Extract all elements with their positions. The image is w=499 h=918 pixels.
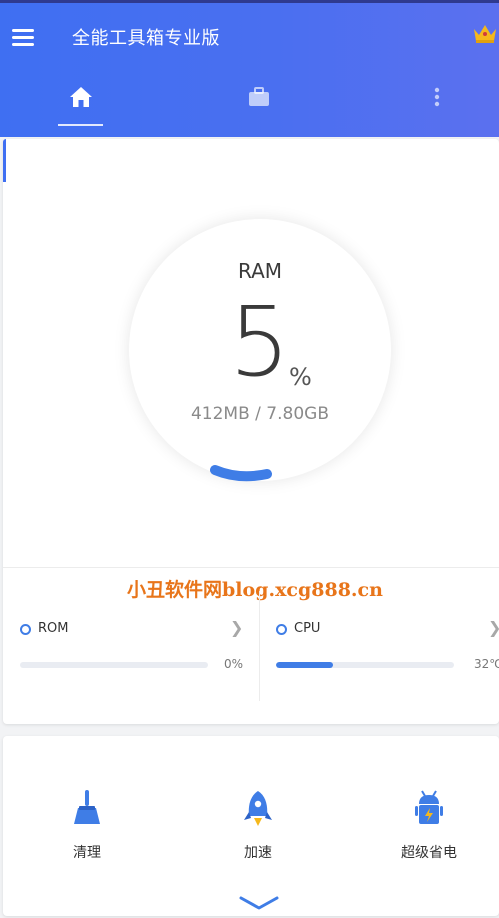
app-bar: 全能工具箱专业版: [0, 3, 499, 137]
boost-button[interactable]: 加速: [208, 788, 308, 868]
cpu-progress-track: [276, 662, 454, 668]
tab-home[interactable]: [57, 79, 105, 125]
rocket-icon: [244, 791, 272, 826]
cpu-status-dot: [276, 624, 287, 635]
watermark-text: 小丑软件网blog.xcg888.cn: [127, 579, 383, 601]
cpu-label: CPU: [294, 621, 321, 636]
broom-icon: [74, 790, 100, 824]
chevron-right-icon: ❯: [488, 618, 499, 637]
tab-indicator: [58, 124, 103, 126]
ram-gauge[interactable]: RAM 5 % 412MB / 7.80GB: [129, 219, 391, 481]
ram-detail: 412MB / 7.80GB: [190, 404, 329, 424]
briefcase-icon: [249, 87, 269, 106]
home-icon: [70, 87, 92, 107]
tab-toolbox[interactable]: [235, 79, 283, 125]
divider: [3, 567, 499, 568]
tools-card: 清理 加速 超级省电: [3, 736, 499, 916]
divider: [259, 591, 260, 701]
rom-value: 0%: [224, 657, 244, 671]
boost-label: 加速: [244, 845, 272, 861]
chevron-right-icon: ❯: [230, 618, 244, 637]
power-save-button[interactable]: 超级省电: [379, 788, 479, 868]
rom-label: ROM: [38, 621, 69, 636]
cpu-value: 32℃: [474, 657, 499, 671]
rom-progress-track: [20, 662, 208, 668]
battery-android-icon: [415, 790, 443, 824]
tab-more[interactable]: [413, 79, 461, 125]
rom-status-dot: [20, 624, 31, 635]
chevron-down-icon[interactable]: [237, 894, 281, 914]
crown-icon[interactable]: [472, 21, 498, 45]
card-edge-accent: [3, 139, 6, 182]
cpu-progress-fill: [276, 662, 333, 668]
clean-button[interactable]: 清理: [37, 788, 137, 868]
clean-label: 清理: [73, 845, 101, 861]
power-save-label: 超级省电: [401, 845, 457, 861]
overview-card: RAM 5 % 412MB / 7.80GB 小丑软件网blog.xcg888.…: [3, 139, 499, 724]
hamburger-menu-icon[interactable]: [12, 29, 34, 47]
cpu-stat[interactable]: CPU ❯ 32℃: [276, 609, 499, 704]
ram-unit: %: [289, 363, 312, 391]
ram-label: RAM: [237, 259, 283, 283]
ram-usage-arc: [210, 465, 272, 482]
app-title: 全能工具箱专业版: [72, 28, 220, 49]
more-vertical-icon: [434, 87, 440, 107]
rom-stat[interactable]: ROM ❯ 0%: [20, 609, 244, 704]
ram-value: 5: [229, 286, 291, 398]
